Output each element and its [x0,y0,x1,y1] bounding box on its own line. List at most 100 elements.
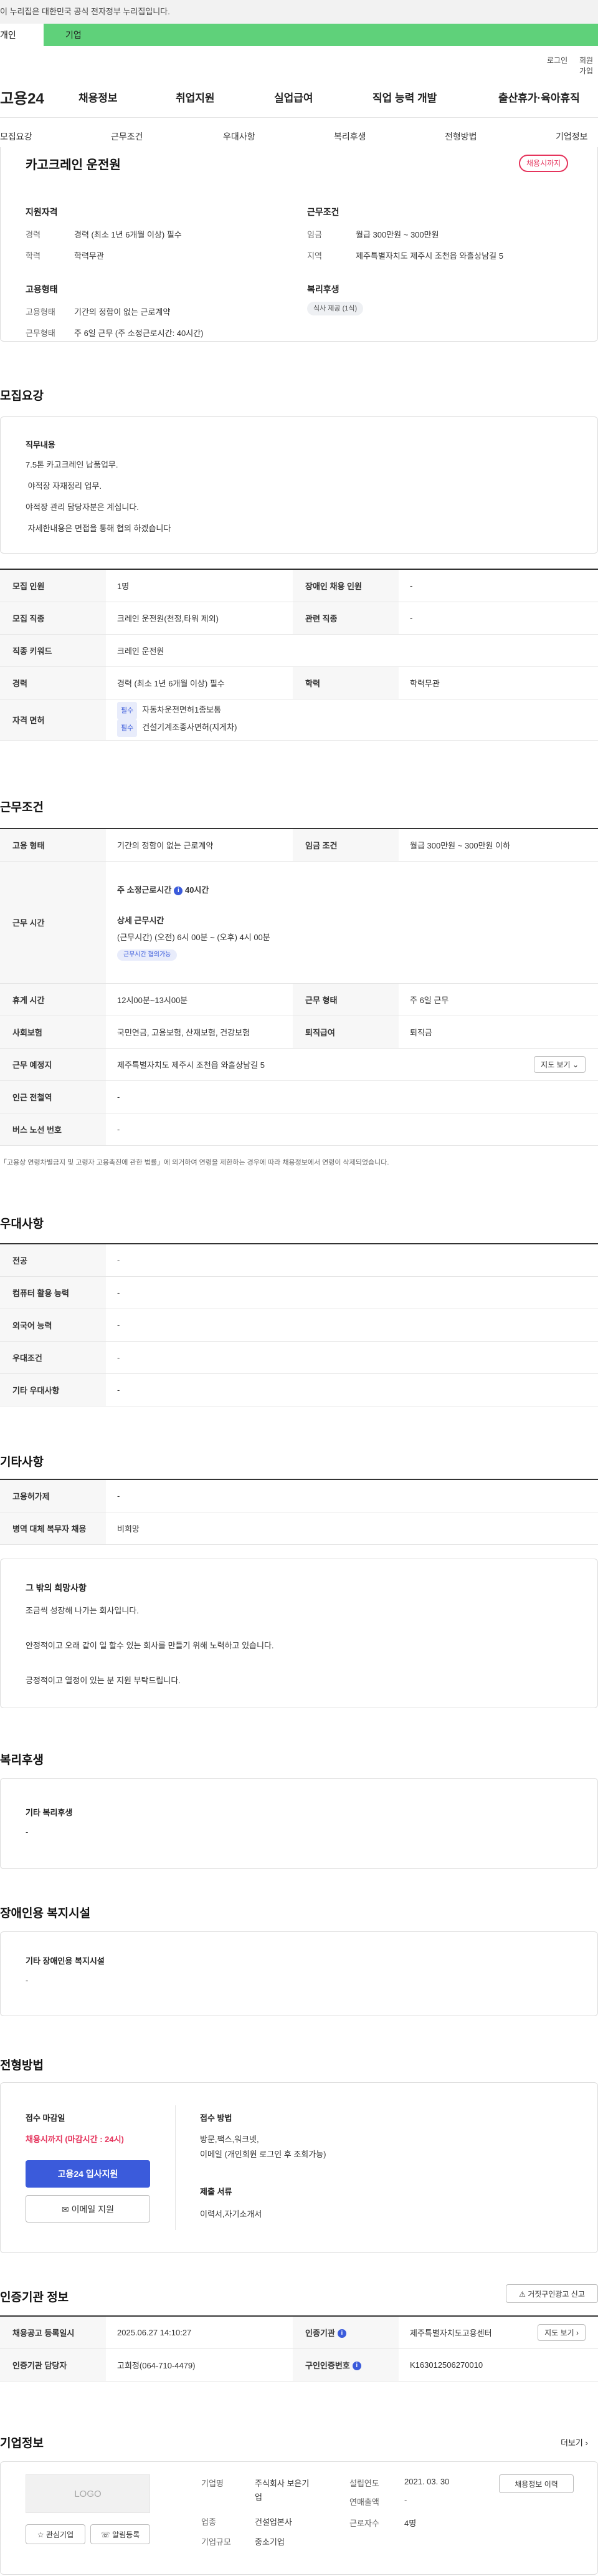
gov-banner-text: 이 누리집은 대한민국 공식 전자정부 누리집입니다. [0,7,170,16]
conditions-table: 고용 형태 기간의 정함이 없는 근로계약 임금 조건 월급 300만원 ~ 3… [0,828,598,1146]
table-row: 자격 면허 필수 자동차운전면허1종보통 필수 건설기계조종사면허(지게차) [0,699,598,741]
gnb-item-leave[interactable]: 출산휴가·육아휴직 [498,89,580,105]
table-header-cell: 학력 [293,666,399,699]
place-cell: 제주특별자치도 제주시 조천읍 와흘상남길 5 지도 보기 ⌄ [106,1048,598,1081]
table-header-cell: 근무 시간 [0,861,106,984]
table-row: 인근 전철역 - [0,1080,598,1113]
scale-label: 기업규모 [201,2537,231,2547]
table-cell: K163012506270010 [399,2348,598,2381]
sub-nav-conditions[interactable]: 근무조건 [111,130,143,143]
disabled-section-title: 장애인용 복지시설 [0,1907,91,1920]
table-cell: 학력무관 [399,666,598,699]
place-value: 제주특별자치도 제주시 조천읍 와흘상남길 5 [117,1060,265,1070]
duty-title: 직무내용 [26,440,55,449]
table-row: 버스 노선 번호 - [0,1113,598,1146]
deadline-value: 채용시까지 (마감시간 : 24시) [26,2135,124,2144]
table-row: 고용허가제 - [0,1479,598,1512]
company-logo: LOGO [26,2474,150,2513]
docs-title: 제출 서류 [200,2187,232,2196]
report-icon: ⚠ [519,2290,526,2299]
emp-title: 고용형태 [26,284,58,294]
gnb-item-employment[interactable]: 취업지원 [176,89,215,105]
tab-personal[interactable]: 개인 [0,24,44,46]
map-button[interactable]: 지도 보기 ⌄ [534,1055,586,1073]
table-cell: 2025.06.27 14:10:27 [106,2315,293,2349]
report-label: 거짓구인광고 신고 [528,2290,585,2299]
table-cell: - [106,1309,598,1342]
login-link[interactable]: 로그인 [547,55,567,65]
cert-table: 채용공고 등록일시 2025.06.27 14:10:27 인증기관 i 제주특별… [0,2315,598,2381]
hours-weekly-label: 주 소정근로시간 [117,885,172,895]
sub-nav-welfare[interactable]: 복리후생 [334,130,366,143]
info-icon[interactable]: i [337,2329,346,2338]
industry-label: 업종 [201,2517,216,2527]
hours-weekly-value: 40시간 [184,885,209,895]
cert-org-cell: 제주특별자치도고용센터 지도 보기 › [399,2315,598,2349]
signup-link[interactable]: 회원가입 [579,55,598,76]
table-header-cell: 병역 대체 복무자 채용 [0,1512,106,1545]
method-value: 방문,팩스,워크넷, [200,2135,259,2144]
sub-nav-company[interactable]: 기업정보 [556,130,588,143]
email-apply-button[interactable]: ✉ 이메일 지원 [26,2195,150,2223]
disabled-box-value: - [26,1976,29,1985]
info-icon[interactable]: i [174,886,183,895]
table-cell: - [399,602,598,635]
apply-button[interactable]: 고용24 입사지원 [26,2160,150,2188]
table-cell: 12시00분~13시00분 [106,983,293,1016]
table-cell: - [106,1373,598,1406]
table-cell: - [106,1243,598,1277]
employees-value: 4명 [404,2519,417,2528]
company-more-link[interactable]: 더보기 › [561,2436,588,2448]
cert-id-label: 구인인증번호 [305,2360,350,2370]
chevron-down-icon: ⌄ [572,1060,579,1069]
employees-label: 근로자수 [349,2519,379,2528]
disabled-box-title: 기타 장애인용 복지시설 [26,1956,105,1966]
table-header-cell: 채용공고 등록일시 [0,2315,106,2349]
required-badge: 필수 [117,719,138,737]
alarm-button[interactable]: ☏ 알림등록 [90,2524,150,2544]
sub-nav-recruit[interactable]: 모집요강 [0,130,32,143]
brand-logo[interactable]: 고용24 [0,86,44,108]
wish-title: 그 밖의 희망사항 [26,1583,87,1593]
cert-org-value: 제주특별자치도고용센터 [410,2328,492,2338]
status-badge: 채용시까지 [519,155,569,172]
table-header-cell: 퇴직급여 [293,1016,399,1049]
wish-line: 긍정적이고 열정이 있는 분 지원 부탁드립니다. [26,1676,181,1685]
table-header-cell: 관련 직종 [293,602,399,635]
industry-value: 건설업본사 [255,2517,292,2527]
company-name-value-cont: 업 [255,2492,262,2502]
license-item: 건설기계조종사면허(지게차) [142,723,237,732]
chevron-right-icon: › [576,2328,579,2337]
job-history-button[interactable]: 채용정보 이력 [499,2474,574,2493]
welfare-box-value: - [26,1827,29,1837]
company-more-label: 더보기 [561,2438,583,2448]
sub-nav-selection[interactable]: 전형방법 [445,130,477,143]
gov-tab-bar [0,24,598,46]
table-header-cell: 인근 전철역 [0,1080,106,1113]
report-button[interactable]: ⚠ 거짓구인광고 신고 [506,2284,598,2303]
table-row: 휴게 시간 12시00분~13시00분 근무 형태 주 6일 근무 [0,983,598,1016]
table-header-cell: 사회보험 [0,1016,106,1049]
gnb-item-unemployment[interactable]: 실업급여 [274,89,313,105]
table-cell: - [106,1080,598,1113]
favorite-company-button[interactable]: ☆ 관심기업 [26,2524,85,2544]
company-name-value: 주식회사 보은기 [255,2479,310,2488]
cert-section-title: 인증기관 정보 [0,2291,69,2304]
table-row: 전공 - [0,1243,598,1277]
gnb-item-training[interactable]: 직업 능력 개발 [373,89,437,105]
gnb-item-jobs[interactable]: 채용정보 [78,89,118,105]
gov-banner: 이 누리집은 대한민국 공식 전자정부 누리집입니다. [0,0,598,24]
wage-label: 임금 [307,230,322,239]
preference-table: 전공 - 컴퓨터 활용 능력 - 외국어 능력 - 우대조건 - 기타 우대사항 - [0,1243,598,1406]
info-icon[interactable]: i [352,2362,361,2371]
sub-nav-preference[interactable]: 우대사항 [223,130,255,143]
tab-business[interactable]: 기업 [65,29,82,41]
work-form-value: 주 6일 근무 (주 소정근로시간: 40시간) [74,329,204,338]
table-header-cell: 외국어 능력 [0,1309,106,1342]
chevron-right-icon: › [585,2438,588,2448]
table-row: 고용 형태 기간의 정함이 없는 근로계약 임금 조건 월급 300만원 ~ 3… [0,828,598,862]
cert-map-button[interactable]: 지도 보기 › [538,2324,586,2341]
license-cell: 필수 자동차운전면허1종보통 필수 건설기계조종사면허(지게차) [106,699,598,741]
wish-box: 그 밖의 희망사항 조금씩 성장해 나가는 회사입니다. 안정적이고 오래 같이… [0,1559,598,1708]
table-cell: 고희정(064-710-4479) [106,2348,293,2381]
